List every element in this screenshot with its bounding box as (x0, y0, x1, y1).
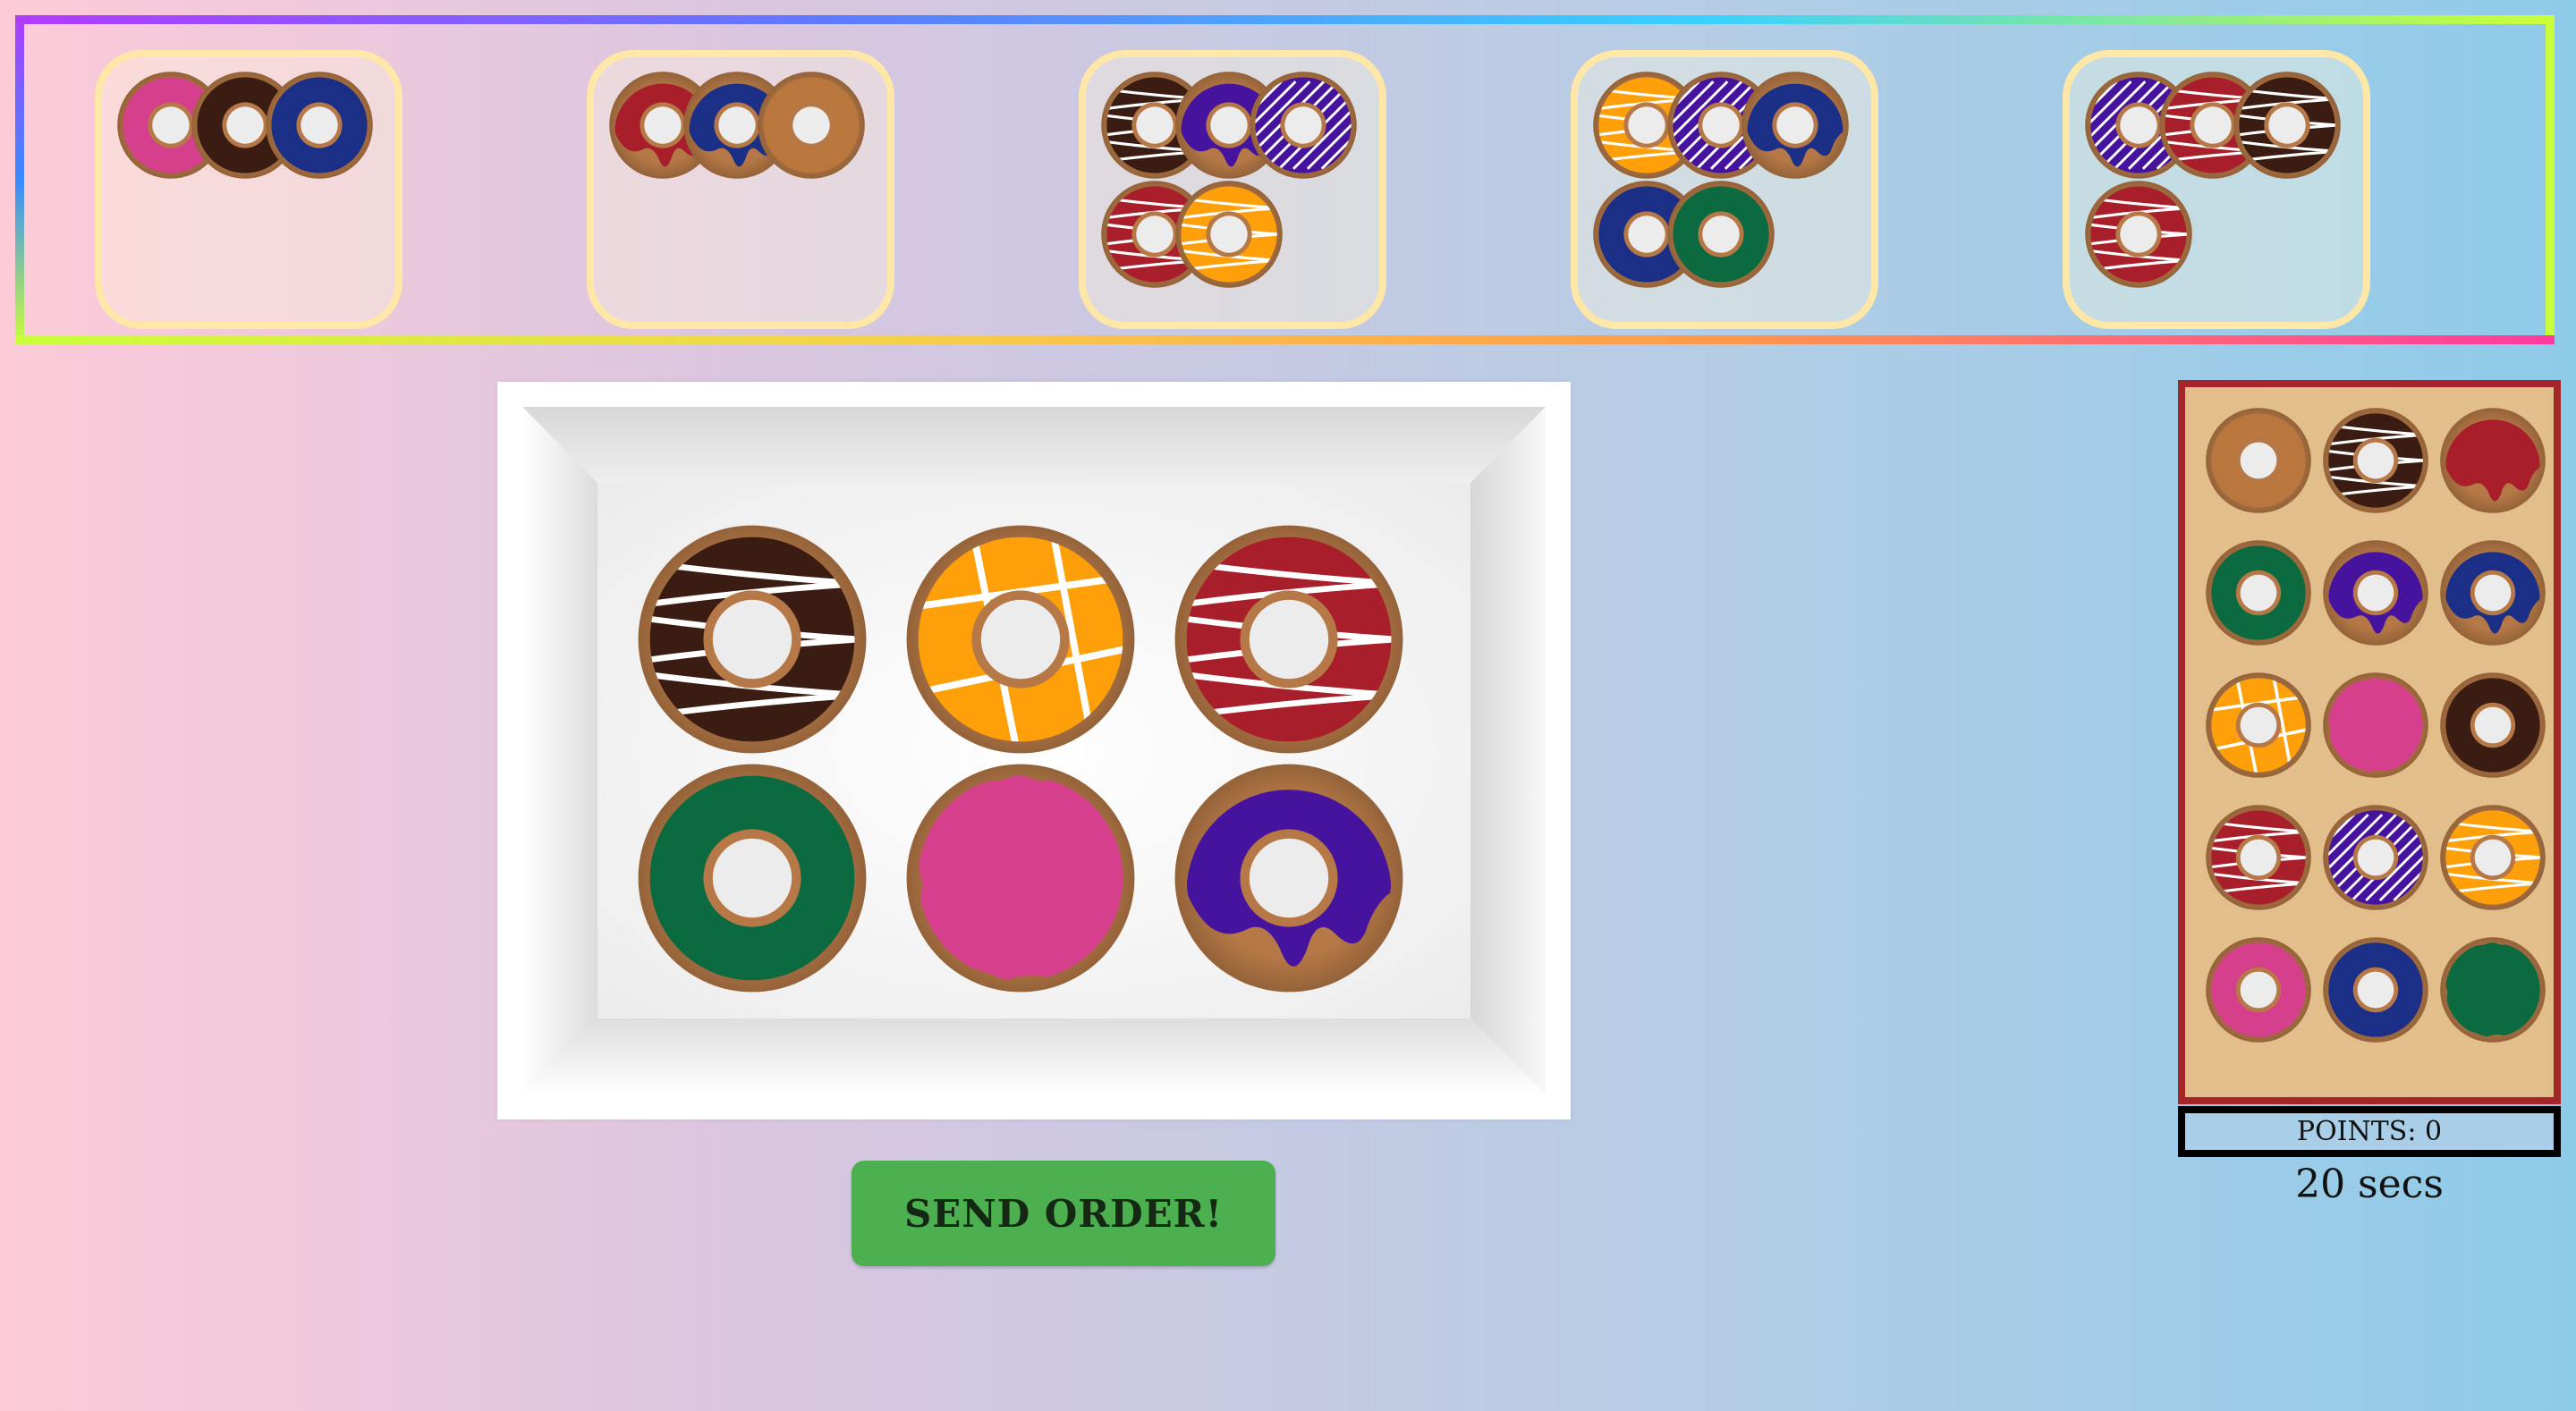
tray-donut-red-icon[interactable] (2205, 804, 2312, 911)
order-donut-green-icon (1666, 180, 1775, 289)
points-display: POINTS: 0 (2178, 1106, 2561, 1157)
tray-donut-green-icon[interactable] (2439, 936, 2546, 1043)
tray-donut-pink-icon[interactable] (2205, 936, 2312, 1043)
box-donut-pink-icon[interactable] (904, 762, 1137, 994)
tray-donut-chocolate-icon[interactable] (2439, 672, 2546, 779)
order-donut-orange-icon (1174, 180, 1284, 289)
tray-donut-tan-icon[interactable] (2205, 407, 2312, 514)
order-card-4 (1571, 50, 1878, 329)
order-card-3 (1079, 50, 1386, 329)
tray-donut-orange-icon[interactable] (2205, 672, 2312, 779)
box-donut-red-icon[interactable] (1173, 523, 1405, 756)
box-donut-orange-icon[interactable] (904, 523, 1137, 756)
order-card-2 (587, 50, 894, 329)
box-donut-chocolate-icon[interactable] (636, 523, 869, 756)
tray-donut-green-icon[interactable] (2205, 539, 2312, 646)
orders-bar (15, 15, 2555, 344)
order-card-1 (95, 50, 402, 329)
order-donut-navy-icon (1741, 71, 1850, 180)
tray-donut-pink-icon[interactable] (2322, 672, 2429, 779)
order-donut-navy-icon (265, 71, 374, 180)
tray-donut-navy-icon[interactable] (2439, 539, 2546, 646)
order-card-5 (2063, 50, 2370, 329)
tray-donut-red-icon[interactable] (2439, 407, 2546, 514)
order-donut-red-icon (2084, 180, 2193, 289)
tray-donut-navy-icon[interactable] (2322, 936, 2429, 1043)
order-donut-tan-icon (757, 71, 866, 180)
tray-donut-purple-icon[interactable] (2322, 804, 2429, 911)
tray-donut-orange-icon[interactable] (2439, 804, 2546, 911)
send-order-button[interactable]: SEND ORDER! (852, 1161, 1275, 1266)
donut-tray (2178, 380, 2561, 1104)
tray-donut-chocolate-icon[interactable] (2322, 407, 2429, 514)
box-donut-purple-icon[interactable] (1173, 762, 1405, 994)
donut-box (497, 382, 1571, 1120)
timer-display: 20 secs (2295, 1161, 2444, 1207)
tray-donut-purple-icon[interactable] (2322, 539, 2429, 646)
order-donut-chocolate-icon (2233, 71, 2342, 180)
order-donut-purple-icon (1249, 71, 1358, 180)
box-donut-green-icon[interactable] (636, 762, 869, 994)
